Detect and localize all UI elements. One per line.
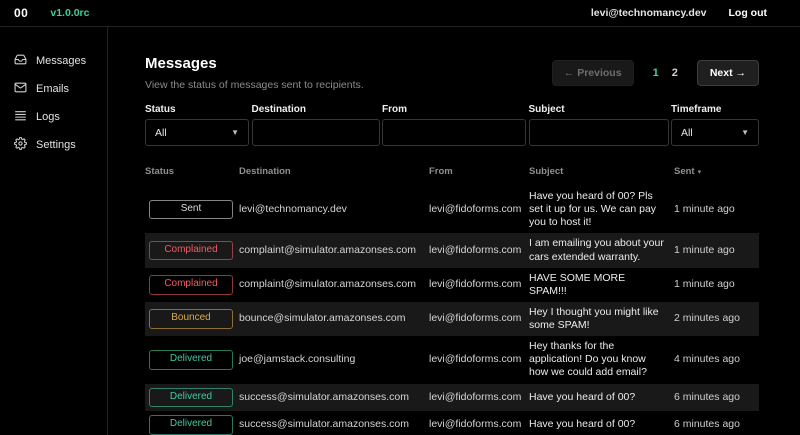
column-header-from: From [429,166,529,177]
filter-status: Status All ▼ [145,104,249,146]
cell-destination: complaint@simulator.amazonses.com [239,278,429,291]
column-header-destination: Destination [239,166,429,177]
filter-label: Destination [252,104,380,115]
page-number-1[interactable]: 1 [653,67,659,79]
from-input[interactable] [382,119,526,146]
version-label: v1.0.0rc [50,7,89,19]
cell-subject: HAVE SOME MORE SPAM!!! [529,272,674,298]
timeframe-select-value: All [681,127,693,139]
cell-subject: Have you heard of 00? Pls set it up for … [529,190,674,229]
table-row[interactable]: Delivered joe@jamstack.consulting levi@f… [145,336,759,383]
table-row[interactable]: Delivered success@simulator.amazonses.co… [145,411,759,435]
cell-sent: 1 minute ago [674,244,759,257]
logs-icon [14,109,27,125]
cell-subject: Have you heard of 00? [529,391,674,404]
chevron-down-icon: ▼ [741,128,749,137]
sidebar-item-label: Emails [36,83,69,95]
app-logo[interactable]: 00 [14,6,28,20]
cell-destination: joe@jamstack.consulting [239,353,429,366]
page-numbers: 1 2 [653,67,678,79]
filter-label: Timeframe [671,104,759,115]
cell-from: levi@fidoforms.com [429,244,529,257]
page-subtitle: View the status of messages sent to reci… [145,79,364,91]
column-header-subject: Subject [529,166,674,177]
filter-from: From [382,104,526,146]
chevron-down-icon: ▼ [231,128,239,137]
main-content: Messages View the status of messages sen… [108,27,800,435]
gear-icon [14,137,27,153]
cell-sent: 2 minutes ago [674,312,759,325]
cell-sent: 1 minute ago [674,203,759,216]
previous-button[interactable]: ← Previous [552,60,634,86]
status-select[interactable]: All ▼ [145,119,249,146]
cell-from: levi@fidoforms.com [429,353,529,366]
sidebar-item-label: Logs [36,111,60,123]
cell-subject: Hey thanks for the application! Do you k… [529,340,674,379]
filter-timeframe: Timeframe All ▼ [671,104,759,146]
logout-button[interactable]: Log out [729,7,767,19]
cell-subject: I am emailing you about your cars extend… [529,237,674,263]
table-row[interactable]: Delivered success@simulator.amazonses.co… [145,384,759,412]
filter-label: Subject [529,104,669,115]
pagination: ← Previous 1 2 Next → [552,60,759,86]
envelope-icon [14,81,27,97]
filter-label: Status [145,104,249,115]
status-badge: Sent [149,200,233,220]
sidebar-item-logs[interactable]: Logs [0,103,107,131]
user-email: levi@technomancy.dev [591,7,707,19]
cell-destination: complaint@simulator.amazonses.com [239,244,429,257]
status-badge: Delivered [149,415,233,435]
cell-sent: 6 minutes ago [674,391,759,404]
destination-input[interactable] [252,119,380,146]
cell-from: levi@fidoforms.com [429,203,529,216]
sort-descending-icon: ▾ [698,169,702,176]
status-badge: Complained [149,241,233,261]
status-badge: Delivered [149,350,233,370]
topbar: 00 v1.0.0rc levi@technomancy.dev Log out [0,0,800,27]
cell-destination: levi@technomancy.dev [239,203,429,216]
cell-sent: 1 minute ago [674,278,759,291]
cell-destination: success@simulator.amazonses.com [239,391,429,404]
next-button[interactable]: Next → [697,60,759,86]
table-row[interactable]: Sent levi@technomancy.dev levi@fidoforms… [145,186,759,233]
cell-subject: Hey I thought you might like some SPAM! [529,306,674,332]
status-select-value: All [155,127,167,139]
filters-bar: Status All ▼ Destination From Subject Ti… [145,104,759,146]
filter-subject: Subject [529,104,669,146]
sidebar-item-emails[interactable]: Emails [0,75,107,103]
messages-table: Status Destination From Subject Sent▾ Se… [145,162,759,435]
cell-sent: 4 minutes ago [674,353,759,366]
table-row[interactable]: Complained complaint@simulator.amazonses… [145,268,759,302]
cell-from: levi@fidoforms.com [429,391,529,404]
page-title: Messages [145,55,364,72]
sidebar-item-messages[interactable]: Messages [0,47,107,75]
cell-from: levi@fidoforms.com [429,418,529,431]
page-number-2[interactable]: 2 [672,67,678,79]
cell-subject: Have you heard of 00? [529,418,674,431]
table-header: Status Destination From Subject Sent▾ [145,162,759,186]
cell-sent: 6 minutes ago [674,418,759,431]
filter-destination: Destination [252,104,380,146]
cell-destination: success@simulator.amazonses.com [239,418,429,431]
table-row[interactable]: Complained complaint@simulator.amazonses… [145,233,759,267]
table-row[interactable]: Bounced bounce@simulator.amazonses.com l… [145,302,759,336]
status-badge: Delivered [149,388,233,408]
cell-destination: bounce@simulator.amazonses.com [239,312,429,325]
sidebar-item-label: Messages [36,55,86,67]
sidebar-item-settings[interactable]: Settings [0,131,107,159]
cell-from: levi@fidoforms.com [429,312,529,325]
sidebar-item-label: Settings [36,139,76,151]
table-body: Sent levi@technomancy.dev levi@fidoforms… [145,186,759,435]
status-badge: Bounced [149,309,233,329]
sidebar: Messages Emails Logs Settings [0,27,108,435]
status-badge: Complained [149,275,233,295]
column-header-sent[interactable]: Sent▾ [674,166,759,177]
subject-input[interactable] [529,119,669,146]
timeframe-select[interactable]: All ▼ [671,119,759,146]
column-header-status: Status [145,166,239,177]
page-header: Messages View the status of messages sen… [145,55,364,91]
inbox-icon [14,53,27,69]
cell-from: levi@fidoforms.com [429,278,529,291]
filter-label: From [382,104,526,115]
